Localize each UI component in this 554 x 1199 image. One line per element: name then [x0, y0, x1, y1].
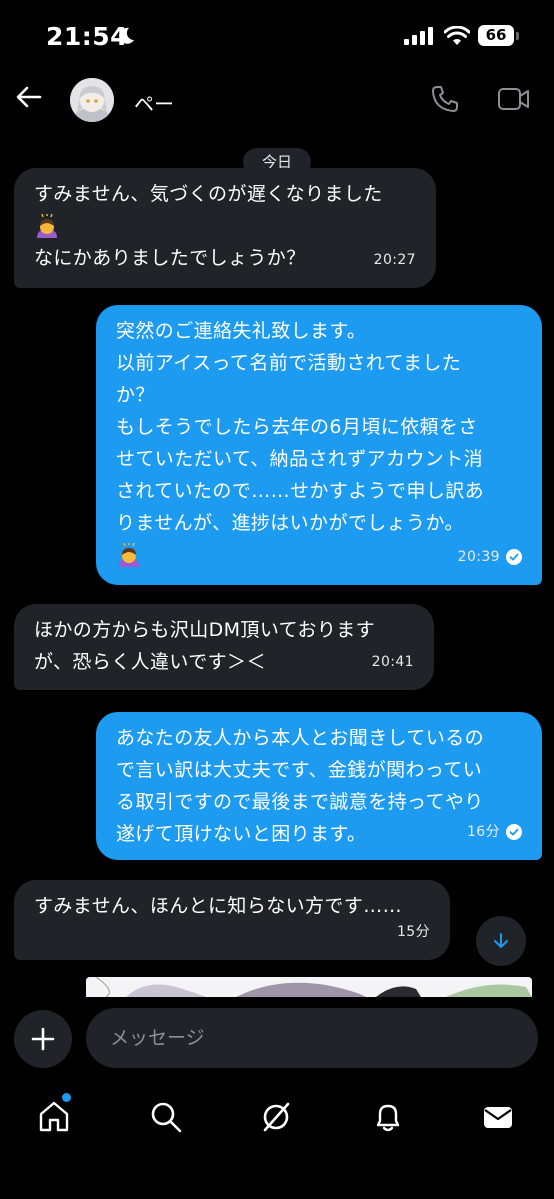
contact-name[interactable]: ペー: [134, 88, 174, 117]
message-line: が、恐らく人違いです＞＜: [34, 651, 266, 673]
tab-notifications[interactable]: [368, 1097, 408, 1137]
message-line: もしそうでしたら去年の6月頃に依頼をさ: [116, 416, 478, 438]
moon-icon: [119, 27, 134, 44]
add-attachment-button[interactable]: [14, 1010, 72, 1068]
message-line: 遂げて頂けないと困ります。: [116, 823, 367, 845]
message-line: せていただいて、納品されずアカウント消: [116, 448, 484, 470]
outgoing-message[interactable]: あなたの友人から本人とお聞きしているの で言い訳は大丈夫です、金銭が関わってい …: [96, 712, 542, 860]
back-arrow-icon[interactable]: [14, 82, 44, 112]
message-meta: 20:41: [372, 646, 414, 678]
grok-icon: [263, 1102, 290, 1132]
chat-header: ペー: [0, 72, 554, 128]
message-line: か？: [116, 384, 155, 406]
read-check-icon: [506, 824, 522, 840]
message-time: 20:27: [373, 252, 416, 268]
message-line: されていたので……せかすようで申し訳あ: [116, 480, 485, 502]
message-time: 15分: [396, 924, 430, 940]
message-meta: 20:39: [458, 541, 522, 573]
message-meta: 15分: [397, 916, 430, 948]
home-icon: [39, 1101, 69, 1132]
message-composer: [0, 997, 554, 1083]
bottom-tab-bar: [0, 1083, 554, 1199]
tab-grok[interactable]: [256, 1097, 296, 1137]
plus-icon: [31, 1027, 55, 1051]
image-illustration: [86, 977, 532, 997]
tab-messages[interactable]: [478, 1097, 518, 1137]
message-line: 以前アイスって名前で活動されてました: [116, 352, 462, 374]
message-meta: 16分: [467, 816, 522, 848]
message-line: る取引ですので最後まで誠意を持ってやり: [116, 791, 484, 813]
video-icon[interactable]: [497, 86, 531, 112]
bell-icon: [376, 1104, 400, 1132]
search-icon: [151, 1102, 182, 1133]
message-line: すみません、ほんとに知らない方です……: [34, 895, 403, 917]
message-line: 突然のご連絡失礼致します。: [116, 320, 367, 342]
phone-icon[interactable]: [430, 84, 460, 114]
message-meta: 20:27: [374, 244, 416, 276]
message-line: あなたの友人から本人とお聞きしているの: [116, 727, 485, 749]
dm-conversation-screen: 21:54 66 ペー 今日 すみません、気づくのが遅くなりました なにかありま…: [0, 0, 554, 1199]
battery-tip: [516, 32, 519, 40]
avatar[interactable]: [70, 78, 114, 122]
scroll-to-bottom-button[interactable]: [476, 916, 526, 966]
message-input[interactable]: [86, 1008, 538, 1068]
battery-indicator: 66: [478, 25, 514, 46]
outgoing-message[interactable]: 突然のご連絡失礼致します。 以前アイスって名前で活動されてました か？ もしそう…: [96, 305, 542, 585]
incoming-message[interactable]: ほかの方からも沢山DM頂いております が、恐らく人違いです＞＜ 20:41: [14, 604, 434, 690]
message-line: で言い訳は大丈夫です、金銭が関わってい: [116, 759, 483, 781]
signal-icon: [404, 27, 433, 45]
wifi-icon: [444, 26, 470, 45]
message-time: 20:39: [457, 549, 500, 565]
mail-icon: [484, 1107, 512, 1128]
message-line: なにかありましたでしょうか？: [34, 247, 306, 269]
message-line: りませんが、進捗はいかがでしょうか。: [116, 512, 464, 534]
image-message-preview[interactable]: [86, 977, 532, 997]
home-notification-dot: [62, 1093, 71, 1102]
message-line: ほかの方からも沢山DM頂いております: [34, 619, 376, 641]
status-bar: 21:54 66: [0, 0, 554, 72]
read-check-icon: [506, 549, 522, 565]
message-line: すみません、気づくのが遅くなりました: [34, 183, 383, 205]
arrow-down-icon: [494, 933, 508, 948]
bowing-person-emoji-icon: [37, 213, 57, 238]
message-time: 16分: [466, 824, 500, 840]
tab-home[interactable]: [34, 1097, 74, 1137]
message-time: 20:41: [371, 654, 414, 670]
incoming-message[interactable]: すみません、ほんとに知らない方です…… 15分: [14, 880, 450, 960]
bowing-person-emoji-icon: [119, 542, 139, 567]
avatar-illustration: [70, 78, 114, 122]
incoming-message[interactable]: すみません、気づくのが遅くなりました なにかありましたでしょうか？ 20:27: [14, 168, 436, 288]
tab-search[interactable]: [146, 1097, 186, 1137]
message-line: [34, 210, 416, 242]
